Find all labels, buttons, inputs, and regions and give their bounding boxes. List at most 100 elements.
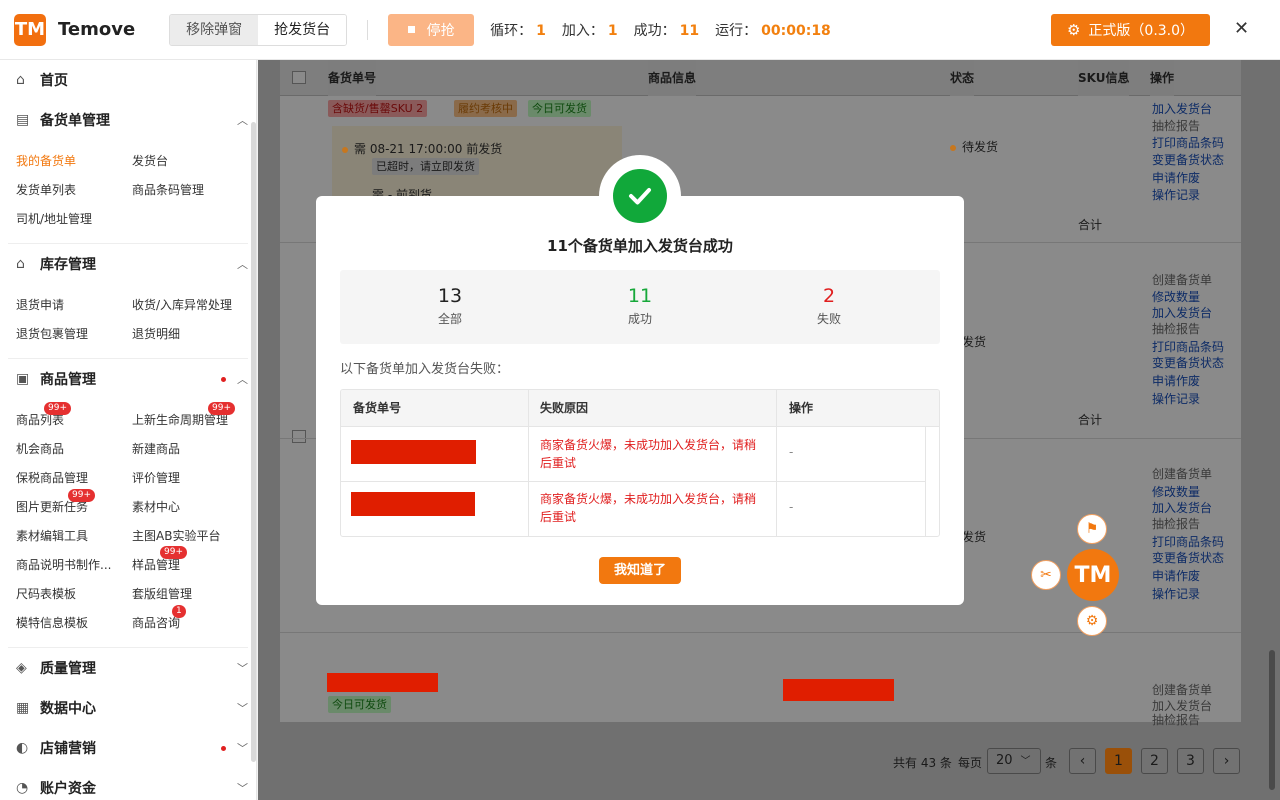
page-1[interactable]: 1 [1105, 748, 1132, 774]
timeline-dot [342, 147, 348, 153]
close-icon[interactable]: ✕ [1234, 18, 1249, 39]
divider [776, 390, 777, 537]
nav-size-chart[interactable]: 尺码表模板 [16, 585, 76, 602]
nav-manual[interactable]: 商品说明书制作... [16, 556, 111, 573]
seg-grab-ship[interactable]: 抢发货台 [258, 15, 346, 45]
op-inspection[interactable]: 抽检报告 [1152, 321, 1200, 338]
nav-inventory[interactable]: ⌂库存管理︿ [16, 254, 248, 274]
assistant-logo-button[interactable]: TM [1067, 549, 1119, 601]
op-inspection[interactable]: 抽检报告 [1152, 712, 1200, 729]
op-void[interactable]: 申请作废 [1152, 568, 1200, 585]
sidebar-scrollbar[interactable] [251, 122, 256, 762]
nav-ab-test[interactable]: 主图AB实验平台 [132, 527, 220, 544]
nav-return-detail[interactable]: 退货明细 [132, 325, 180, 342]
op-print-barcode[interactable]: 打印商品条码 [1152, 534, 1224, 551]
nav-material[interactable]: 素材中心 [132, 498, 180, 515]
brand-name: Temove [58, 19, 135, 40]
select-all-checkbox[interactable] [292, 71, 306, 84]
seg-remove-popup[interactable]: 移除弹窗 [170, 15, 258, 45]
nav-stocking[interactable]: ▤备货单管理︿ [16, 110, 248, 130]
op-create[interactable]: 创建备货单 [1152, 272, 1212, 289]
op-edit-qty[interactable]: 修改数量 [1152, 289, 1200, 306]
nav-return-apply[interactable]: 退货申请 [16, 296, 64, 313]
stat-failed: 2 失败 [769, 284, 889, 327]
op-inspection[interactable]: 抽检报告 [1152, 516, 1200, 533]
nav-product-inquiry[interactable]: 商品咨询 [132, 614, 180, 631]
tag-today-ship: 今日可发货 [528, 100, 591, 117]
col-status: 状态 [950, 60, 974, 96]
nav-new-product[interactable]: 新建商品 [132, 440, 180, 457]
stop-button[interactable]: 停抢 [388, 14, 474, 46]
divider [8, 358, 248, 359]
op-change-status[interactable]: 变更备货状态 [1152, 355, 1224, 372]
op-log[interactable]: 操作记录 [1152, 586, 1200, 603]
op-change-status[interactable]: 变更备货状态 [1152, 550, 1224, 567]
scissors-icon[interactable]: ✂ [1031, 560, 1061, 590]
nav-receive-exception[interactable]: 收货/入库异常处理 [132, 296, 232, 313]
op-add-desk[interactable]: 加入发货台 [1152, 305, 1212, 322]
chevron-down-icon: ﹀ [237, 660, 248, 676]
nav-quality[interactable]: ◈质量管理﹀ [16, 658, 248, 678]
stats-summary: 13 全部 11 成功 2 失败 [340, 270, 940, 344]
prev-page-button[interactable]: ‹ [1069, 748, 1096, 774]
divider [8, 647, 248, 648]
op-create[interactable]: 创建备货单 [1152, 466, 1212, 483]
divider [341, 481, 925, 482]
stocking-icon: ▤ [16, 112, 32, 128]
page-3[interactable]: 3 [1177, 748, 1204, 774]
nav-ship-list[interactable]: 发货单列表 [16, 181, 76, 198]
got-it-button[interactable]: 我知道了 [599, 557, 681, 584]
op-create[interactable]: 创建备货单 [1152, 682, 1212, 699]
nav-reviews[interactable]: 评价管理 [132, 469, 180, 486]
nav-template-group[interactable]: 套版组管理 [132, 585, 192, 602]
row-checkbox[interactable] [292, 430, 306, 443]
settings-icon[interactable]: ⚙ [1077, 606, 1107, 636]
inventory-icon: ⌂ [16, 256, 32, 272]
nav-model-info[interactable]: 模特信息模板 [16, 614, 88, 631]
op-change-status[interactable]: 变更备货状态 [1152, 152, 1224, 169]
account-icon: ◔ [16, 780, 32, 796]
op-log[interactable]: 操作记录 [1152, 187, 1200, 204]
modal-title: 11个备货单加入发货台成功 [316, 235, 964, 256]
redacted-order-no [351, 440, 476, 464]
op-add-desk[interactable]: 加入发货台 [1152, 101, 1212, 118]
nav-barcode[interactable]: 商品条码管理 [132, 181, 204, 198]
nav-marketing[interactable]: ◐店铺营销﹀ [16, 738, 248, 758]
nav-bonded[interactable]: 保税商品管理 [16, 469, 88, 486]
count-badge: 1 [172, 605, 186, 618]
flag-icon[interactable]: ⚑ [1077, 514, 1107, 544]
op-void[interactable]: 申请作废 [1152, 170, 1200, 187]
op-edit-qty[interactable]: 修改数量 [1152, 484, 1200, 501]
version-button[interactable]: ⚙ 正式版（0.3.0） [1051, 14, 1210, 46]
nav-ship-desk[interactable]: 发货台 [132, 152, 168, 169]
tag-short-stock[interactable]: 含缺货/售罄SKU 2 [328, 100, 427, 117]
nav-product[interactable]: ▣商品管理︿ [16, 369, 248, 389]
op-log[interactable]: 操作记录 [1152, 391, 1200, 408]
per-page-select[interactable]: 20﹀ [987, 748, 1041, 774]
nav-my-stocking[interactable]: 我的备货单 [16, 152, 76, 169]
next-page-button[interactable]: › [1213, 748, 1240, 774]
nav-material-tool[interactable]: 素材编辑工具 [16, 527, 88, 544]
page-2[interactable]: 2 [1141, 748, 1168, 774]
nav-driver[interactable]: 司机/地址管理 [16, 210, 92, 227]
op-add-desk[interactable]: 加入发货台 [1152, 500, 1212, 517]
tag-review: 履约考核中 [454, 100, 517, 117]
main-scrollbar[interactable] [1269, 650, 1275, 790]
nav-opportunity[interactable]: 机会商品 [16, 440, 64, 457]
stop-icon [408, 26, 415, 33]
op-inspection[interactable]: 抽检报告 [1152, 118, 1200, 135]
nav-account[interactable]: ◔账户资金﹀ [16, 778, 248, 798]
op-print-barcode[interactable]: 打印商品条码 [1152, 339, 1224, 356]
stat-success: 11 成功 [580, 284, 700, 327]
loop-stat: 循环：1 [490, 20, 546, 40]
op-print-barcode[interactable]: 打印商品条码 [1152, 135, 1224, 152]
op-void[interactable]: 申请作废 [1152, 373, 1200, 390]
nav-data-center[interactable]: ▦数据中心﹀ [16, 698, 248, 718]
data-icon: ▦ [16, 700, 32, 716]
col-order-no: 备货单号 [328, 60, 376, 96]
nav-home[interactable]: ⌂首页 [16, 70, 248, 90]
fail-table-scrollbar[interactable] [925, 427, 926, 537]
fail-reason: 商家备货火爆，未成功加入发货台，请稍后重试 [540, 436, 766, 472]
nav-return-package[interactable]: 退货包裹管理 [16, 325, 88, 342]
stop-label: 停抢 [427, 20, 455, 40]
